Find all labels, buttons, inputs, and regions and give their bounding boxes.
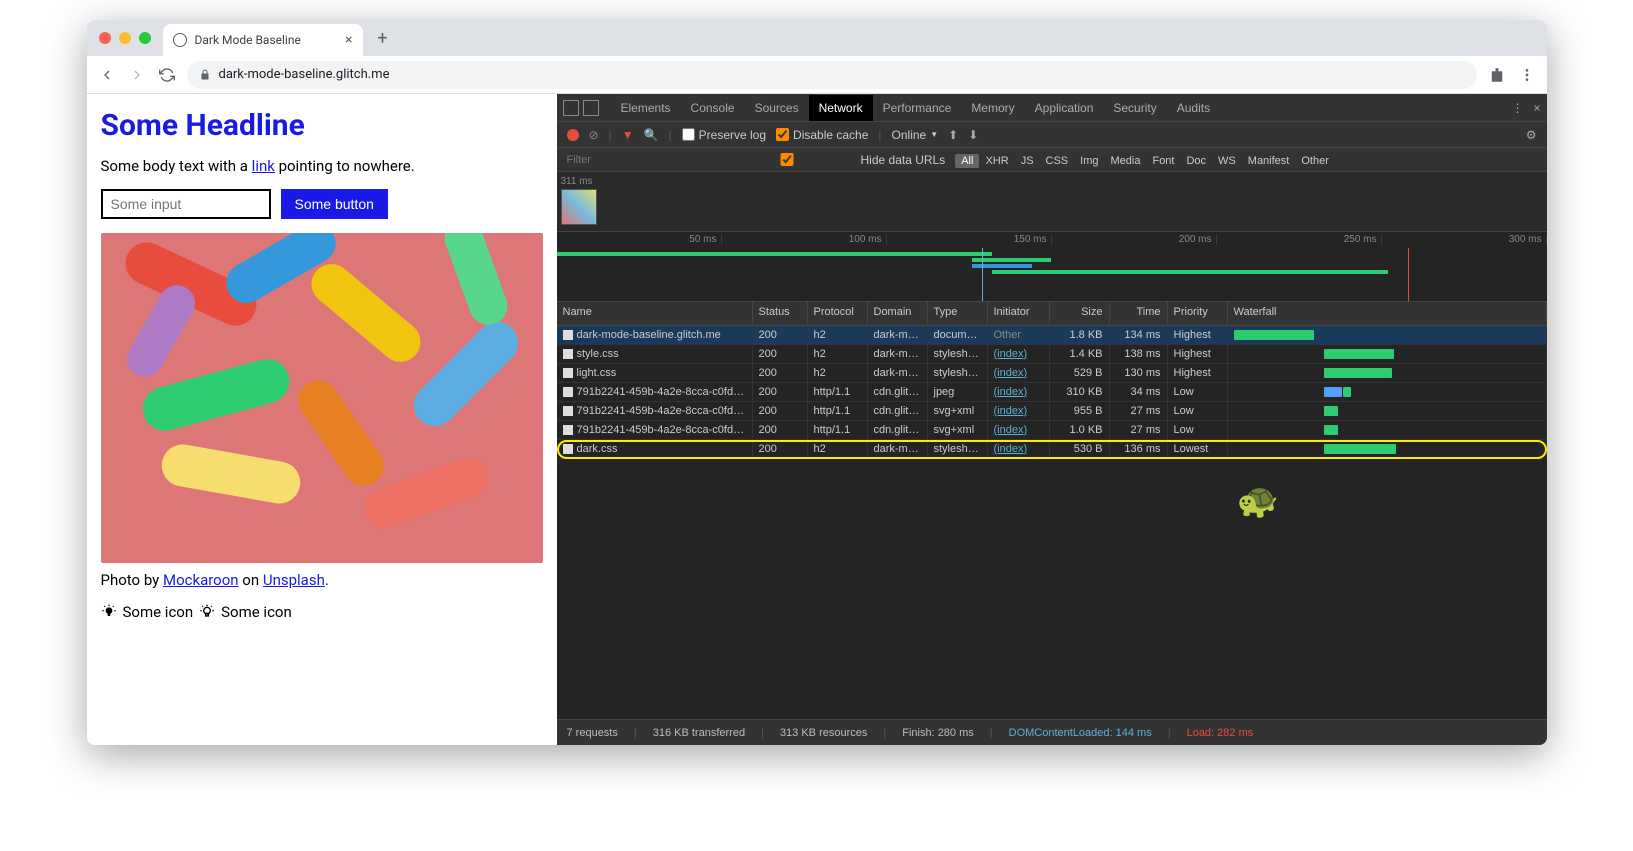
filter-pill-ws[interactable]: WS [1212, 154, 1242, 168]
close-tab-icon[interactable]: × [345, 32, 352, 48]
devtools-tabs: ElementsConsoleSourcesNetworkPerformance… [557, 94, 1547, 122]
globe-icon [173, 33, 187, 47]
devtools-tab-performance[interactable]: Performance [873, 95, 962, 121]
sample-button[interactable]: Some button [281, 189, 388, 219]
body-text: Some body text with a link pointing to n… [101, 157, 543, 175]
filter-pill-doc[interactable]: Doc [1180, 154, 1212, 168]
network-toolbar: ⊘ | ▼ 🔍 | Preserve log Disable cache | O… [557, 122, 1547, 148]
browser-window: Dark Mode Baseline × + dark-mode-baselin… [87, 20, 1547, 745]
turtle-icon: 🐢 [1237, 481, 1279, 521]
forward-button[interactable] [127, 65, 147, 85]
sample-input[interactable] [101, 189, 271, 219]
network-row[interactable]: style.css200h2dark-mo…stylesheet(index)1… [557, 345, 1547, 364]
devtools-tab-application[interactable]: Application [1025, 95, 1104, 121]
photo-credit: Photo by Mockaroon on Unsplash. [101, 571, 543, 589]
reload-button[interactable] [157, 65, 177, 85]
settings-icon[interactable]: ⚙ [1526, 128, 1537, 142]
filter-pill-js[interactable]: JS [1015, 154, 1040, 168]
device-icon[interactable] [583, 100, 599, 116]
url-text: dark-mode-baseline.glitch.me [219, 67, 390, 82]
minimize-window-button[interactable] [119, 32, 131, 44]
download-icon[interactable]: ⬇ [968, 128, 978, 142]
network-row[interactable]: light.css200h2dark-mo…stylesheet(index)5… [557, 364, 1547, 383]
devtools-tab-security[interactable]: Security [1103, 95, 1166, 121]
filter-pill-media[interactable]: Media [1105, 154, 1147, 168]
maximize-window-button[interactable] [139, 32, 151, 44]
network-row[interactable]: dark-mode-baseline.glitch.me200h2dark-mo… [557, 326, 1547, 345]
icon-row: Some icon Some icon [101, 603, 543, 621]
network-row[interactable]: 791b2241-459b-4a2e-8cca-c0fdc2…200http/1… [557, 421, 1547, 440]
devtools-tab-network[interactable]: Network [809, 95, 873, 121]
photo-site-link[interactable]: Unsplash [263, 571, 325, 589]
network-row[interactable]: dark.css200h2dark-mo…stylesheet(index)53… [557, 440, 1547, 459]
devtools-tab-console[interactable]: Console [681, 95, 745, 121]
window-controls [99, 32, 151, 44]
devtools-tab-audits[interactable]: Audits [1167, 95, 1220, 121]
timeline-overview[interactable]: 50 ms100 ms150 ms200 ms250 ms300 ms [557, 232, 1547, 302]
filter-pill-css[interactable]: CSS [1040, 154, 1075, 168]
page-content: Some Headline Some body text with a link… [87, 94, 557, 745]
new-tab-button[interactable]: + [369, 24, 397, 52]
menu-icon[interactable] [1517, 65, 1537, 85]
address-bar[interactable]: dark-mode-baseline.glitch.me [187, 61, 1477, 89]
close-window-button[interactable] [99, 32, 111, 44]
devtools-panel: ElementsConsoleSourcesNetworkPerformance… [557, 94, 1547, 745]
inspect-icon[interactable] [563, 100, 579, 116]
bulb-icon [101, 604, 117, 620]
lock-icon [199, 69, 211, 81]
filmstrip: 311 ms [557, 172, 1547, 232]
filter-input[interactable] [567, 154, 707, 166]
devtools-close-icon[interactable]: × [1533, 101, 1540, 115]
devtools-tab-elements[interactable]: Elements [611, 95, 681, 121]
record-button[interactable] [567, 129, 579, 141]
extensions-icon[interactable] [1487, 65, 1507, 85]
upload-icon[interactable]: ⬆ [948, 128, 958, 142]
preserve-log-checkbox[interactable]: Preserve log [682, 128, 766, 142]
network-table-header: Name Status Protocol Domain Type Initiat… [557, 302, 1547, 326]
filter-bar: Hide data URLs AllXHRJSCSSImgMediaFontDo… [557, 148, 1547, 172]
back-button[interactable] [97, 65, 117, 85]
throttle-select[interactable]: Online ▼ [892, 128, 939, 142]
clear-button[interactable]: ⊘ [589, 128, 599, 142]
filter-pill-all[interactable]: All [955, 154, 979, 168]
browser-tab[interactable]: Dark Mode Baseline × [163, 24, 363, 56]
network-row[interactable]: 791b2241-459b-4a2e-8cca-c0fdc2…200http/1… [557, 383, 1547, 402]
filter-pill-other[interactable]: Other [1295, 154, 1335, 168]
page-headline: Some Headline [101, 108, 543, 143]
bulb-icon [199, 604, 215, 620]
filter-pill-img[interactable]: Img [1074, 154, 1104, 168]
body-link[interactable]: link [252, 157, 275, 175]
filmstrip-thumb[interactable] [561, 189, 597, 225]
filter-icon[interactable]: ▼ [622, 128, 634, 142]
search-icon[interactable]: 🔍 [644, 128, 659, 142]
filter-pill-xhr[interactable]: XHR [979, 154, 1014, 168]
status-bar: 7 requests | 316 KB transferred | 313 KB… [557, 719, 1547, 745]
filter-pill-font[interactable]: Font [1146, 154, 1180, 168]
photo-author-link[interactable]: Mockaroon [163, 571, 239, 589]
hide-data-urls-checkbox[interactable]: Hide data URLs [717, 153, 946, 167]
titlebar: Dark Mode Baseline × + [87, 20, 1547, 56]
filter-pill-manifest[interactable]: Manifest [1242, 154, 1296, 168]
devtools-more-icon[interactable]: ⋮ [1511, 101, 1523, 115]
network-row[interactable]: 791b2241-459b-4a2e-8cca-c0fdc2…200http/1… [557, 402, 1547, 421]
disable-cache-checkbox[interactable]: Disable cache [776, 128, 868, 142]
browser-toolbar: dark-mode-baseline.glitch.me [87, 56, 1547, 94]
network-table-body: 🐢 dark-mode-baseline.glitch.me200h2dark-… [557, 326, 1547, 719]
tab-title: Dark Mode Baseline [195, 33, 301, 47]
devtools-tab-sources[interactable]: Sources [745, 95, 809, 121]
devtools-tab-memory[interactable]: Memory [961, 95, 1024, 121]
hero-image [101, 233, 543, 563]
